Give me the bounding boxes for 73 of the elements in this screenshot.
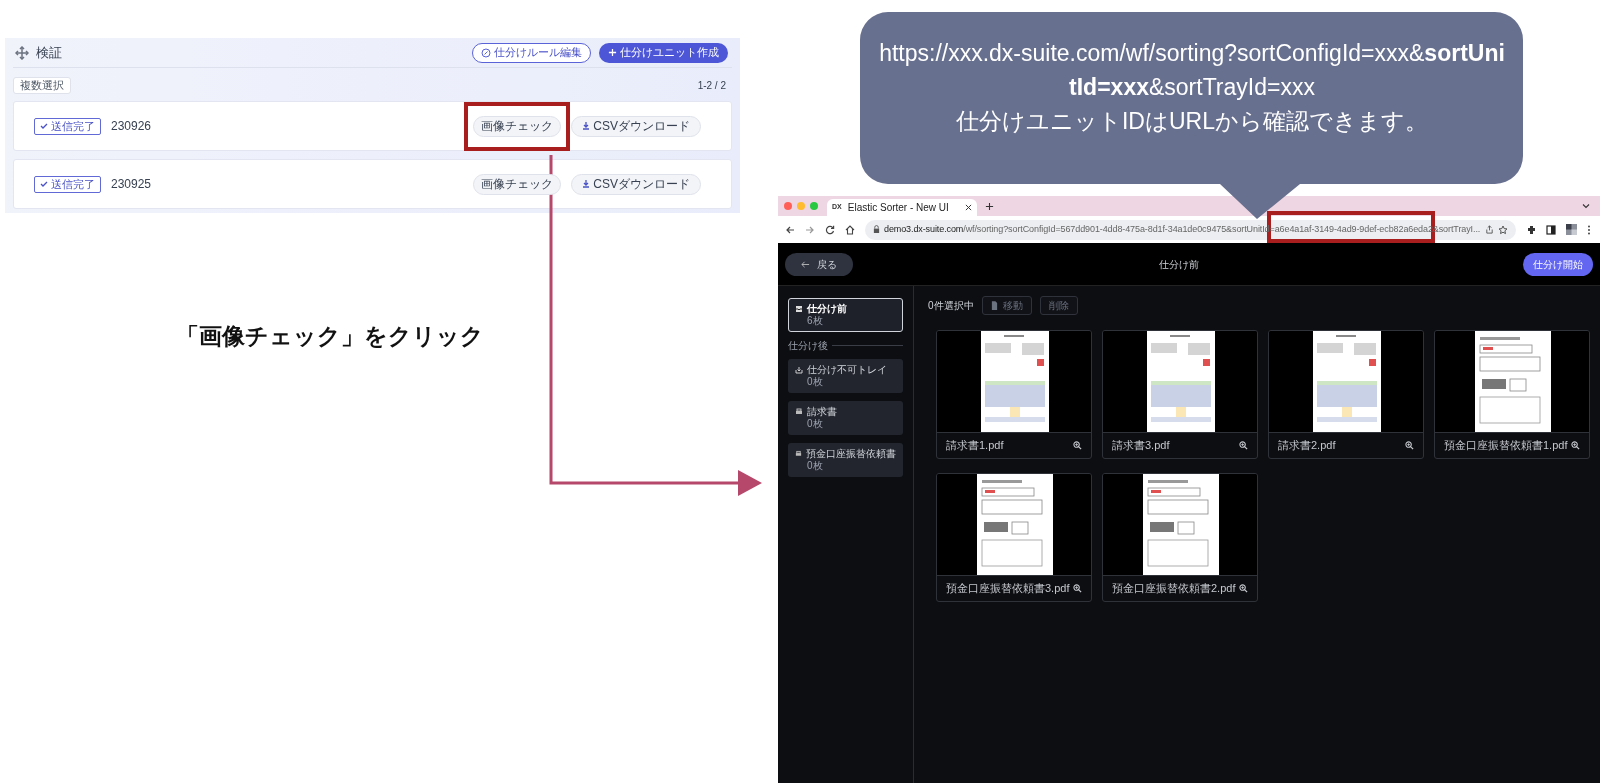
csv-download-button[interactable]: CSVダウンロード xyxy=(571,173,701,195)
tray-item[interactable]: 仕分け前 6枚 xyxy=(788,298,903,332)
unit-id: 230926 xyxy=(111,118,152,135)
zoom-in-icon[interactable] xyxy=(1405,441,1414,450)
image-check-button[interactable]: 画像チェック xyxy=(473,173,562,195)
inbox-icon xyxy=(795,305,803,313)
callout-url: https://xxx.dx-suite.com/wf/sorting?sortConfigId=xxx&sortUnitId=xxx&sortTrayId=xxx xyxy=(878,39,1506,102)
back-button[interactable]: 戻る xyxy=(785,252,853,276)
file-name: 預金口座振替依頼書3.pdf xyxy=(946,581,1070,597)
zoom-in-icon[interactable] xyxy=(1239,584,1248,593)
screen-title: 仕分け前 xyxy=(1159,257,1199,272)
zoom-in-icon[interactable] xyxy=(1571,441,1580,450)
image-check-button[interactable]: 画像チェック xyxy=(473,115,562,137)
profile-icon xyxy=(1566,224,1577,235)
forward-icon[interactable] xyxy=(805,224,815,235)
page-title: 検証 xyxy=(36,43,62,62)
sidebar-icon xyxy=(1546,224,1556,235)
home-icon[interactable] xyxy=(845,224,855,235)
tab-title: Elastic Sorter - New UI xyxy=(847,201,949,215)
status-badge: 送信完了 xyxy=(34,117,101,135)
star-icon xyxy=(1498,224,1508,235)
puzzle-icon xyxy=(1526,224,1536,235)
file-name: 預金口座振替依頼書1.pdf xyxy=(1444,438,1568,454)
back-arrow-icon xyxy=(801,259,810,269)
document-icon xyxy=(990,300,998,310)
more-icon xyxy=(1587,224,1591,235)
file-card[interactable]: 請求書2.pdf xyxy=(1268,330,1424,459)
edit-icon xyxy=(481,47,491,58)
file-name: 請求書3.pdf xyxy=(1112,438,1170,454)
edit-rules-button[interactable]: 仕分けルール編集 xyxy=(472,42,591,63)
new-tab-icon[interactable] xyxy=(985,201,994,211)
printer-icon xyxy=(795,450,802,458)
file-name: 請求書2.pdf xyxy=(1278,438,1336,454)
multi-select-button[interactable]: 複数選択 xyxy=(13,76,71,94)
file-name: 預金口座振替依頼書2.pdf xyxy=(1112,581,1236,597)
start-sorting-button[interactable]: 仕分け開始 xyxy=(1523,252,1593,276)
plus-icon xyxy=(608,48,617,57)
unit-card[interactable]: 送信完了 230925 画像チェック CSVダウンロード xyxy=(13,159,732,209)
csv-download-button[interactable]: CSVダウンロード xyxy=(571,115,701,137)
lock-icon xyxy=(873,225,880,234)
callout-note: 仕分けユニットIDはURLから確認できます。 xyxy=(955,107,1429,136)
download-icon xyxy=(582,180,591,188)
file-card[interactable]: 請求書3.pdf xyxy=(1102,330,1258,459)
section-label: 仕分け後 xyxy=(788,339,828,353)
zoom-in-icon[interactable] xyxy=(1239,441,1248,450)
close-icon xyxy=(965,204,972,211)
page-count: 1-2 / 2 xyxy=(697,78,726,93)
tray-item[interactable]: 預金口座振替依頼書 0枚 xyxy=(788,443,903,477)
move-icon xyxy=(15,45,29,60)
reload-icon[interactable] xyxy=(825,224,835,235)
tray-item[interactable]: 仕分け不可トレイ 0枚 xyxy=(788,359,903,393)
file-name: 請求書1.pdf xyxy=(946,438,1004,454)
printer-icon xyxy=(795,408,803,416)
zoom-in-icon[interactable] xyxy=(1073,584,1082,593)
unit-card[interactable]: 送信完了 230926 画像チェック CSVダウンロード xyxy=(13,101,732,151)
create-button[interactable]: 仕分けユニット作成 xyxy=(599,42,728,63)
tray-item[interactable]: 請求書 0枚 xyxy=(788,401,903,435)
file-card[interactable]: 預金口座振替依頼書1.pdf xyxy=(1434,330,1590,459)
file-card[interactable]: 預金口座振替依頼書3.pdf xyxy=(936,473,1092,602)
status-badge: 送信完了 xyxy=(34,175,101,193)
file-card[interactable]: 預金口座振替依頼書2.pdf xyxy=(1102,473,1258,602)
download-icon xyxy=(582,122,591,130)
caption: 「画像チェック」をクリック xyxy=(176,322,484,351)
unit-id: 230925 xyxy=(111,176,152,193)
file-card[interactable]: 請求書1.pdf xyxy=(936,330,1092,459)
share-icon xyxy=(1485,225,1494,234)
download-tray-icon xyxy=(795,366,803,374)
selection-count: 0件選択中 xyxy=(928,298,974,313)
zoom-in-icon[interactable] xyxy=(1073,441,1082,450)
check-icon xyxy=(40,122,48,130)
check-icon xyxy=(40,180,48,188)
back-icon[interactable] xyxy=(785,224,795,235)
chevron-down-icon xyxy=(1582,202,1590,210)
